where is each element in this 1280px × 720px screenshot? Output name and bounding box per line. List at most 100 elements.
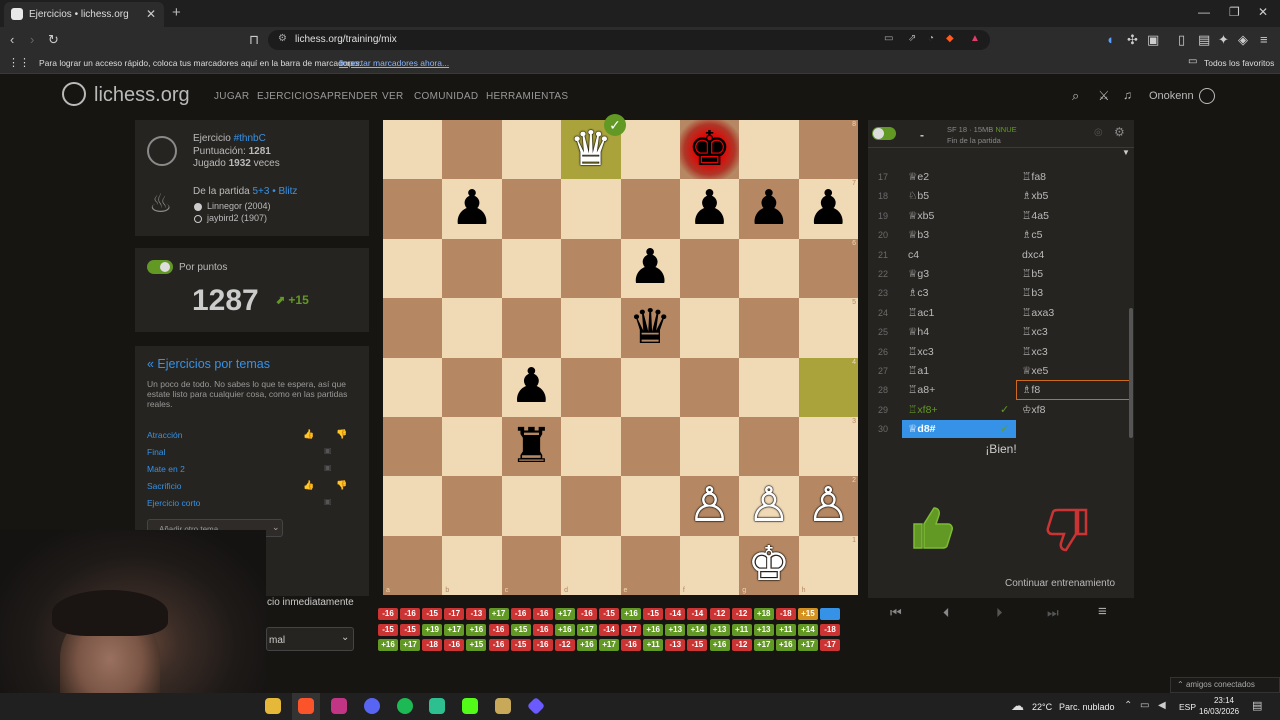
square-d1[interactable]: d: [561, 535, 621, 595]
square-h2[interactable]: ♙ 2: [798, 476, 858, 536]
puzzle-result-badge[interactable]: +17: [488, 608, 509, 620]
username[interactable]: Onokenn: [1149, 90, 1194, 102]
black-move[interactable]: ♖b3: [1022, 287, 1043, 299]
square-f5[interactable]: [679, 298, 740, 358]
white-move[interactable]: ♘b5: [908, 190, 929, 202]
all-bookmarks[interactable]: Todos los favoritos: [1204, 58, 1274, 68]
language-indicator[interactable]: ESP: [1179, 702, 1196, 712]
square-c8[interactable]: [501, 120, 562, 180]
puzzle-result-badge[interactable]: +16: [643, 623, 664, 636]
square-g8[interactable]: [739, 120, 799, 180]
white-king-piece[interactable]: ♚: [747, 541, 790, 589]
hamburger-menu-icon[interactable]: ≡: [1098, 603, 1107, 620]
square-a4[interactable]: [383, 357, 443, 417]
black-move[interactable]: ♕xe5: [1022, 365, 1048, 377]
square-h4[interactable]: 4: [798, 357, 858, 417]
black-move[interactable]: ♗f8: [1022, 384, 1040, 396]
black-move[interactable]: ♖b5: [1022, 268, 1043, 280]
black-move[interactable]: ♗xb5: [1022, 190, 1048, 202]
puzzle-result-badge[interactable]: +16: [621, 608, 642, 620]
puzzle-result-badge[interactable]: -18: [775, 608, 796, 620]
puzzle-result-badge[interactable]: +18: [753, 608, 774, 620]
puzzle-result-badge[interactable]: -14: [665, 608, 686, 620]
vpn-icon[interactable]: ◈: [1238, 32, 1248, 48]
puzzle-result-badge[interactable]: +17: [400, 639, 421, 651]
puzzle-result-badge[interactable]: +15: [797, 608, 818, 620]
nav-comunidad[interactable]: COMUNIDAD: [414, 91, 478, 102]
voice-icon[interactable]: ◖: [1106, 32, 1114, 47]
clock-time[interactable]: 23:14: [1211, 696, 1237, 705]
thumb-up-icon[interactable]: 👍: [303, 429, 314, 440]
move-list-scrollbar[interactable]: [1129, 308, 1133, 438]
user-avatar-icon[interactable]: [1199, 88, 1215, 104]
volume-icon[interactable]: ◀: [1158, 700, 1166, 711]
puzzle-result-badge[interactable]: +14: [687, 623, 708, 636]
square-h6[interactable]: 6: [798, 238, 858, 299]
square-f1[interactable]: f: [679, 535, 740, 595]
white-move[interactable]: ♖a1: [908, 365, 929, 377]
black-move[interactable]: ♖4a5: [1022, 210, 1049, 222]
leo-ai-icon[interactable]: ✦: [1218, 32, 1229, 48]
game-link[interactable]: 5+3 • Blitz: [252, 186, 297, 197]
last-move-icon[interactable]: ⏭: [1047, 605, 1059, 621]
app-diamond-icon[interactable]: [526, 696, 546, 716]
thumbs-down-vote-icon[interactable]: [1046, 506, 1090, 554]
friends-online-bar[interactable]: ⌃ amigos conectados: [1170, 677, 1280, 693]
puzzle-result-badge[interactable]: +16: [775, 639, 796, 651]
puzzle-result-badge[interactable]: -16: [444, 639, 465, 651]
nav-ejercicios[interactable]: EJERCICIOS: [257, 91, 320, 102]
thumb-up-icon[interactable]: 👍: [303, 480, 314, 491]
spotify-icon[interactable]: [397, 698, 413, 714]
square-d2[interactable]: [561, 476, 621, 536]
address-bar[interactable]: ⚙ lichess.org/training/mix ▭ ⇗ ◔ ◆ ▲: [268, 30, 990, 50]
square-b1[interactable]: b: [442, 535, 502, 595]
puzzle-result-badge[interactable]: -16: [510, 608, 531, 620]
puzzle-result-badge[interactable]: -16: [488, 639, 509, 651]
brave-browser-icon[interactable]: [298, 698, 314, 714]
puzzle-result-badge[interactable]: -15: [378, 623, 398, 636]
puzzle-result-badge[interactable]: +16: [576, 639, 597, 651]
square-g3[interactable]: [739, 416, 799, 477]
black-move[interactable]: dxc4: [1022, 249, 1044, 261]
puzzle-id-link[interactable]: #thnbC: [234, 133, 266, 144]
white-move[interactable]: ♖a8+: [908, 384, 935, 396]
white-move[interactable]: ♕xb5: [908, 210, 934, 222]
black-move[interactable]: ♖fa8: [1022, 171, 1046, 183]
engine-settings-gear-icon[interactable]: ⚙: [1114, 125, 1125, 139]
square-h5[interactable]: 5: [798, 298, 858, 358]
prev-move-icon[interactable]: ⏴: [943, 605, 950, 621]
puzzle-result-badge[interactable]: +16: [709, 639, 730, 651]
white-move[interactable]: ♕b3: [908, 229, 929, 241]
site-info-icon[interactable]: ⚙: [278, 33, 287, 44]
square-e2[interactable]: [620, 476, 680, 536]
puzzle-result-badge[interactable]: +16: [466, 623, 487, 636]
discord-icon[interactable]: [364, 698, 380, 714]
puzzle-result-badge[interactable]: +14: [797, 623, 818, 636]
tray-chevron-icon[interactable]: ⌃: [1124, 700, 1132, 711]
black-king-piece[interactable]: ♚: [688, 125, 731, 174]
square-e5[interactable]: ♛: [620, 298, 680, 358]
network-icon[interactable]: ▭: [1140, 700, 1149, 711]
square-d5[interactable]: [561, 298, 621, 358]
square-c6[interactable]: [501, 238, 562, 299]
app-icon[interactable]: [429, 698, 445, 714]
black-rook-piece[interactable]: ♜: [510, 422, 553, 471]
theme-sacrificio[interactable]: Sacrificio: [147, 481, 181, 491]
square-d4[interactable]: [561, 357, 621, 417]
thumbs-up-vote-icon[interactable]: [910, 504, 954, 552]
white-move[interactable]: ♕h4: [908, 326, 929, 338]
white-pawn-piece[interactable]: ♙: [807, 481, 850, 530]
back-icon[interactable]: ‹: [10, 32, 14, 47]
forward-icon[interactable]: ›: [30, 32, 34, 47]
continue-training-link[interactable]: Continuar entrenamiento: [1005, 578, 1115, 589]
puzzle-result-badge[interactable]: +13: [665, 623, 686, 636]
file-explorer-icon[interactable]: [265, 698, 281, 714]
brave-rewards-icon[interactable]: ▲: [970, 33, 980, 44]
black-queen-piece[interactable]: ♛: [629, 303, 672, 352]
puzzle-result-badge[interactable]: -15: [422, 608, 443, 620]
theme-atraccion[interactable]: Atracción: [147, 430, 182, 440]
league-icon[interactable]: [495, 698, 511, 714]
black-pawn-piece[interactable]: ♟: [747, 185, 790, 233]
sidebar-icon[interactable]: ▯: [1178, 32, 1185, 48]
engine-target-icon[interactable]: ◎: [1094, 127, 1103, 138]
